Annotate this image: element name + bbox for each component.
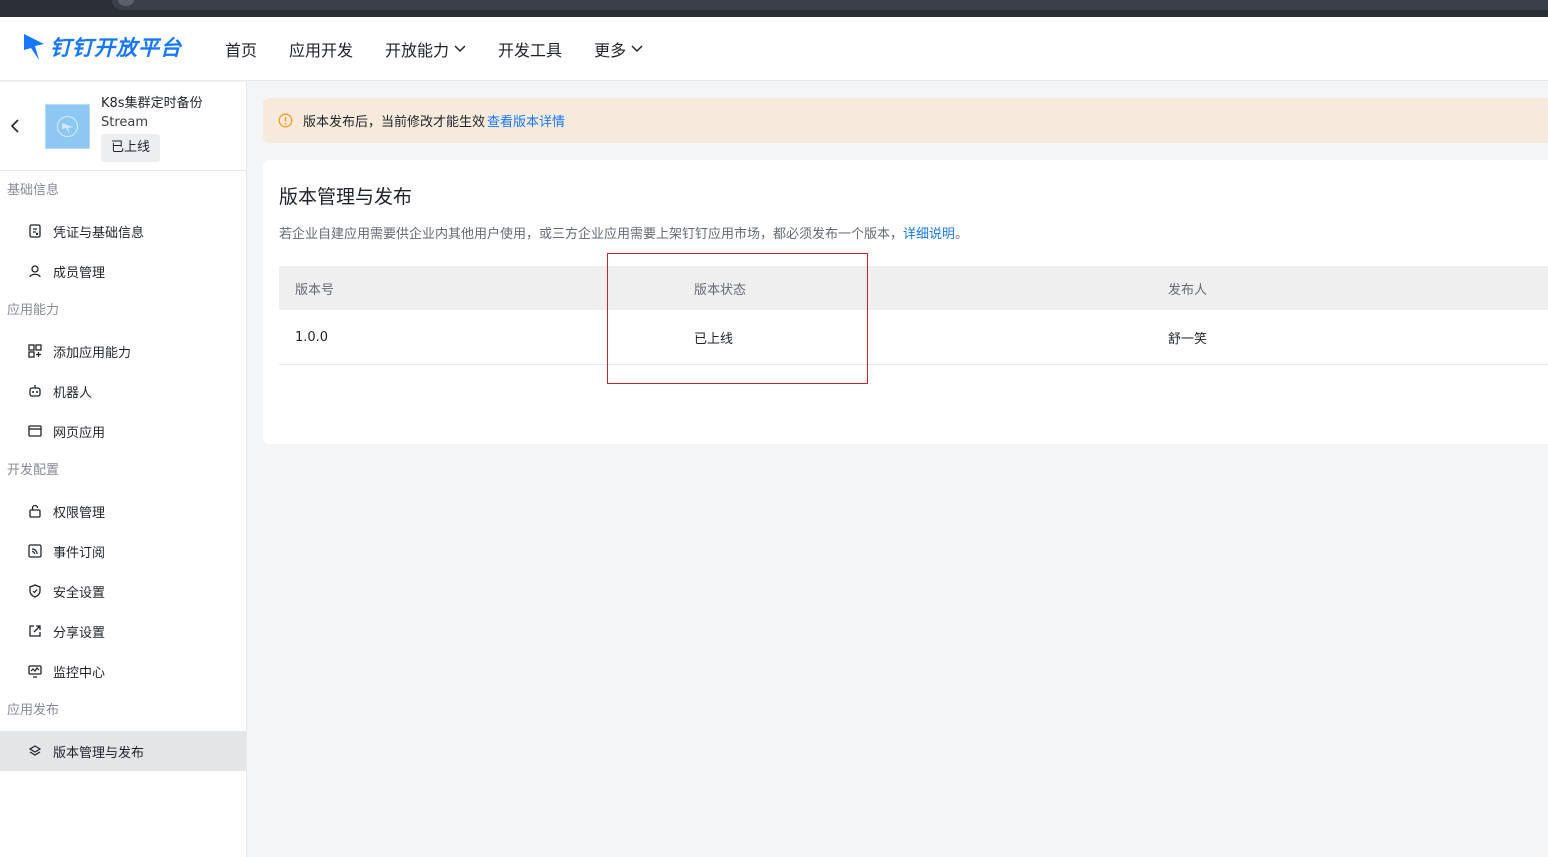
sidebar-item-monitor[interactable]: 监控中心: [0, 651, 246, 691]
sidebar-item-permissions[interactable]: 权限管理: [0, 491, 246, 531]
notice-banner: 版本发布后，当前修改才能生效 查看版本详情: [263, 98, 1548, 143]
browser-address-bar[interactable]: [112, 0, 1548, 10]
sidebar-item-label: 监控中心: [53, 665, 106, 681]
sidebar-item-label: 分享设置: [53, 625, 106, 641]
sidebar-item-label: 事件订阅: [53, 545, 106, 561]
sidebar-group-dev-config: 开发配置: [7, 463, 60, 478]
nav-home[interactable]: 首页: [225, 37, 257, 61]
column-header-version: 版本号: [295, 282, 335, 298]
top-navbar: 钉钉开放平台 首页 应用开发 开放能力 开发工具 更多: [0, 17, 1548, 81]
column-header-status: 版本状态: [694, 282, 747, 298]
sidebar-item-members[interactable]: 成员管理: [0, 251, 246, 291]
nav-app-dev-label: 应用开发: [289, 41, 354, 60]
grid-add-icon: [28, 344, 42, 358]
chevron-left-icon[interactable]: [8, 118, 22, 134]
sidebar-item-label: 权限管理: [53, 505, 106, 521]
app-logo-icon: [56, 115, 79, 138]
version-table: 版本号 版本状态 发布人 1.0.0 已上线 舒一笑: [279, 266, 1548, 365]
nav-more-label: 更多: [594, 41, 627, 60]
app-name: K8s集群定时备份: [101, 96, 203, 111]
view-version-details-link[interactable]: 查看版本详情: [487, 111, 565, 130]
sidebar-group-app-capabilities: 应用能力: [7, 303, 60, 318]
sidebar: K8s集群定时备份 Stream 已上线 基础信息 凭证与基础信息 成员管理 应…: [0, 82, 247, 857]
app-status-badge: 已上线: [101, 134, 161, 162]
nav-open-capabilities-label: 开放能力: [385, 41, 450, 60]
browser-window-icon: [28, 425, 42, 437]
share-icon: [29, 625, 41, 637]
sidebar-item-add-capability[interactable]: 添加应用能力: [0, 331, 246, 371]
details-link[interactable]: 详细说明: [903, 227, 955, 242]
notice-text: 版本发布后，当前修改才能生效: [303, 115, 486, 130]
version-card: 版本管理与发布 若企业自建应用需要供企业内其他用户使用，或三方企业应用需要上架钉…: [263, 160, 1548, 444]
nav-app-dev[interactable]: 应用开发: [289, 37, 353, 61]
sidebar-item-share[interactable]: 分享设置: [0, 611, 246, 651]
table-row[interactable]: 1.0.0 已上线 舒一笑: [279, 310, 1548, 365]
sidebar-item-label: 网页应用: [53, 425, 106, 441]
credential-icon: [29, 224, 41, 238]
app-avatar: [45, 104, 90, 149]
browser-chrome: [0, 0, 1548, 17]
sidebar-item-label: 安全设置: [53, 585, 106, 601]
warning-icon: [278, 113, 293, 128]
sidebar-item-version-management[interactable]: 版本管理与发布: [0, 731, 246, 771]
table-header: 版本号 版本状态 发布人: [279, 266, 1548, 310]
sidebar-item-label: 机器人: [53, 385, 93, 401]
chevron-down-icon: [454, 45, 466, 53]
main-content: 版本发布后，当前修改才能生效 查看版本详情 版本管理与发布 若企业自建应用需要供…: [263, 98, 1548, 444]
user-icon: [29, 265, 41, 278]
logo[interactable]: 钉钉开放平台: [22, 31, 182, 63]
description-suffix: 。: [955, 227, 969, 242]
sidebar-group-basic-info: 基础信息: [7, 183, 60, 198]
nav-more[interactable]: 更多: [594, 37, 643, 61]
sidebar-item-label: 成员管理: [53, 265, 106, 281]
description-text: 若企业自建应用需要供企业内其他用户使用，或三方企业应用需要上架钉钉应用市场，都必…: [279, 227, 904, 242]
sidebar-item-security[interactable]: 安全设置: [0, 571, 246, 611]
sidebar-item-label: 添加应用能力: [53, 345, 132, 361]
sidebar-group-app-publish: 应用发布: [7, 703, 60, 718]
cell-version: 1.0.0: [295, 329, 329, 345]
nav-home-label: 首页: [225, 41, 258, 60]
dingtalk-logo-icon: [24, 34, 44, 60]
sidebar-item-label: 凭证与基础信息: [53, 225, 145, 241]
sidebar-item-web-app[interactable]: 网页应用: [0, 411, 246, 451]
shield-icon: [29, 584, 41, 598]
sidebar-item-event-subscription[interactable]: 事件订阅: [0, 531, 246, 571]
layers-icon: [28, 745, 42, 756]
cell-publisher: 舒一笑: [1168, 331, 1208, 347]
nav-open-capabilities[interactable]: 开放能力: [385, 37, 466, 61]
logo-text: 钉钉开放平台: [50, 36, 182, 60]
page-description: 若企业自建应用需要供企业内其他用户使用，或三方企业应用需要上架钉钉应用市场，都必…: [279, 223, 968, 242]
rss-icon: [28, 544, 42, 558]
app-type: Stream: [101, 115, 149, 130]
page-title: 版本管理与发布: [279, 186, 413, 208]
monitor-icon: [28, 665, 42, 678]
column-header-publisher: 发布人: [1168, 282, 1208, 298]
app-header: K8s集群定时备份 Stream 已上线: [0, 82, 246, 171]
nav-menu: 首页 应用开发 开放能力 开发工具 更多: [225, 17, 675, 81]
lock-icon: [29, 504, 41, 518]
chevron-down-icon: [631, 45, 643, 53]
sidebar-item-label: 版本管理与发布: [53, 745, 145, 761]
nav-dev-tools-label: 开发工具: [498, 41, 563, 60]
sidebar-item-credentials[interactable]: 凭证与基础信息: [0, 211, 246, 251]
nav-dev-tools[interactable]: 开发工具: [498, 37, 562, 61]
sidebar-item-robot[interactable]: 机器人: [0, 371, 246, 411]
cell-status: 已上线: [694, 331, 734, 347]
robot-icon: [29, 385, 41, 397]
